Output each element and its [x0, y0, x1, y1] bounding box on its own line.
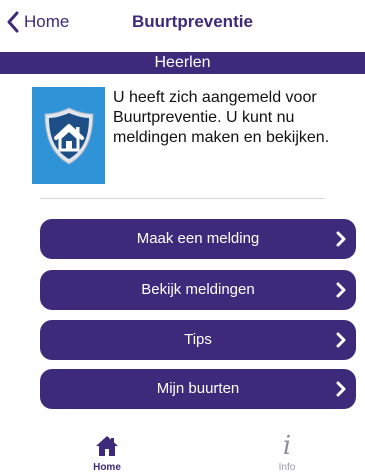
- menu-button-label: Maak een melding: [136, 230, 260, 247]
- tab-label: Home: [93, 462, 121, 473]
- view-reports-button[interactable]: Bekijk meldingen: [40, 270, 356, 310]
- house-shield-icon: [32, 87, 105, 184]
- tips-button[interactable]: Tips: [40, 320, 356, 360]
- house-icon: [96, 436, 118, 456]
- my-neighborhoods-button[interactable]: Mijn buurten: [40, 369, 356, 409]
- back-button[interactable]: Home: [6, 11, 69, 33]
- divider: [40, 198, 325, 199]
- tab-label: Info: [278, 462, 296, 473]
- page-title: Buurtpreventie: [132, 12, 253, 31]
- chevron-right-icon: [336, 231, 346, 247]
- menu-button-label: Mijn buurten: [156, 380, 240, 397]
- menu-button-label: Bekijk meldingen: [141, 281, 255, 298]
- chevron-left-icon: [7, 11, 19, 33]
- menu-button-label: Tips: [184, 331, 212, 348]
- back-button-label: Home: [24, 12, 70, 31]
- report-incident-button[interactable]: Maak een melding: [40, 219, 356, 259]
- city-header: Heerlen: [0, 52, 365, 74]
- screen: Home Buurtpreventie Heerlen U heeft zich…: [0, 0, 365, 476]
- chevron-right-icon: [336, 332, 346, 348]
- registration-message: U heeft zich aangemeld voor Buurtprevent…: [113, 89, 330, 146]
- tab-bar: Home i Info: [0, 420, 365, 476]
- tab-info[interactable]: i Info: [247, 420, 327, 476]
- navigation-bar: Home Buurtpreventie: [0, 0, 365, 44]
- tab-home[interactable]: Home: [67, 420, 147, 476]
- info-icon: i: [282, 431, 292, 461]
- chevron-right-icon: [336, 381, 346, 397]
- chevron-right-icon: [336, 282, 346, 298]
